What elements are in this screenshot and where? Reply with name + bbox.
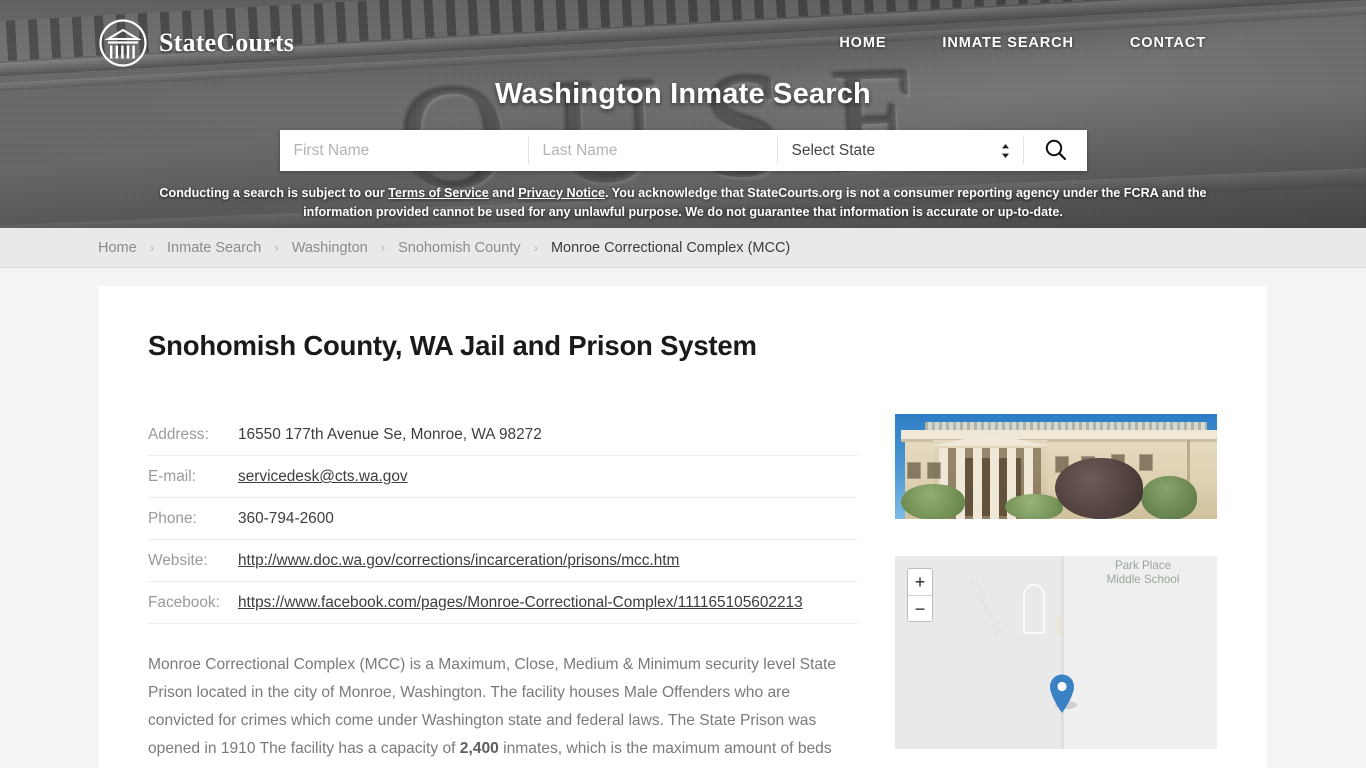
brand[interactable]: StateCourts	[98, 18, 294, 68]
hero-title: Washington Inmate Search	[495, 78, 871, 110]
map-road	[1061, 556, 1064, 749]
state-select[interactable]: Select State	[778, 130, 1023, 171]
breadcrumb-separator: ›	[380, 240, 386, 255]
table-row: Facebook: https://www.facebook.com/pages…	[148, 581, 857, 624]
first-name-input[interactable]	[279, 130, 528, 171]
photo-window	[1139, 454, 1153, 471]
terms-of-service-link[interactable]: Terms of Service	[388, 186, 489, 200]
nav-item-home[interactable]: HOME	[839, 35, 886, 51]
breadcrumb-item-snohomish-county[interactable]: Snohomish County	[398, 240, 521, 256]
content-card: Snohomish County, WA Jail and Prison Sys…	[98, 286, 1267, 768]
facility-building-photo	[895, 414, 1217, 519]
facility-info-table: Address: 16550 177th Avenue Se, Monroe, …	[148, 414, 857, 624]
top-bar: StateCourts HOME INMATE SEARCH CONTACT	[0, 0, 1366, 72]
breadcrumb-item-current: Monroe Correctional Complex (MCC)	[550, 239, 791, 256]
info-value-address: 16550 177th Avenue Se, Monroe, WA 98272	[238, 414, 857, 456]
nav-item-contact[interactable]: CONTACT	[1130, 35, 1206, 51]
info-value-website: http://www.doc.wa.gov/corrections/incarc…	[238, 539, 857, 582]
map-zoom-in-button[interactable]: +	[908, 569, 932, 595]
facility-description: Monroe Correctional Complex (MCC) is a M…	[148, 651, 857, 768]
inmate-search-form: Select State	[279, 130, 1087, 171]
table-row: Address: 16550 177th Avenue Se, Monroe, …	[148, 414, 857, 456]
breadcrumb-separator: ›	[533, 240, 538, 255]
breadcrumb-separator: ›	[274, 240, 279, 255]
email-link[interactable]: servicedesk@cts.wa.gov	[238, 468, 408, 485]
photo-tree	[901, 484, 965, 519]
photo-window	[907, 462, 921, 479]
photo-tree	[1055, 458, 1143, 519]
map-zoom-out-button[interactable]: −	[908, 595, 932, 621]
disclaimer-text-2: and	[488, 186, 519, 200]
map-place-label: Park Place Middle School	[1106, 559, 1180, 586]
chevron-updown-icon	[1000, 143, 1011, 159]
brand-name: StateCourts	[159, 27, 295, 57]
courthouse-logo-icon	[98, 18, 148, 68]
table-row: Phone: 360-794-2600	[148, 497, 857, 540]
info-label-facebook: Facebook:	[148, 581, 238, 624]
photo-pediment	[929, 434, 1051, 446]
breadcrumb-item-washington[interactable]: Washington	[292, 240, 368, 256]
photo-tree	[1005, 494, 1063, 519]
photo-tree	[1141, 476, 1197, 519]
location-map[interactable]: 177th Ave SE Park Place Middle School + …	[895, 556, 1217, 749]
website-link[interactable]: http://www.doc.wa.gov/corrections/incarc…	[238, 552, 679, 569]
search-disclaimer: Conducting a search is subject to our Te…	[128, 184, 1238, 222]
nav-item-inmate-search[interactable]: INMATE SEARCH	[942, 35, 1073, 51]
main-navigation: HOME INMATE SEARCH CONTACT	[839, 35, 1206, 51]
facility-details-column: Address: 16550 177th Avenue Se, Monroe, …	[148, 414, 857, 768]
map-pin-icon[interactable]	[1047, 670, 1077, 719]
table-row: Website: http://www.doc.wa.gov/correctio…	[148, 539, 857, 582]
page-title: Snohomish County, WA Jail and Prison Sys…	[148, 330, 757, 361]
photo-window	[927, 462, 941, 479]
info-value-phone: 360-794-2600	[238, 497, 857, 540]
breadcrumb-item-home[interactable]: Home	[98, 240, 137, 256]
last-name-input[interactable]	[528, 130, 777, 171]
breadcrumb-item-inmate-search[interactable]: Inmate Search	[167, 240, 261, 256]
breadcrumb: Home › Inmate Search › Washington › Snoh…	[98, 240, 790, 256]
photo-roof-dentil	[925, 422, 1207, 430]
facebook-link[interactable]: https://www.facebook.com/pages/Monroe-Co…	[238, 594, 803, 611]
search-icon	[1044, 138, 1067, 164]
info-value-email: servicedesk@cts.wa.gov	[238, 455, 857, 498]
privacy-notice-link[interactable]: Privacy Notice	[518, 186, 605, 200]
info-label-website: Website:	[148, 539, 238, 582]
description-capacity: 2,400	[459, 740, 499, 757]
search-submit-button[interactable]	[1023, 130, 1087, 171]
info-label-phone: Phone:	[148, 497, 238, 540]
sidebar-media-column: 177th Ave SE Park Place Middle School + …	[895, 414, 1217, 768]
breadcrumb-bar: Home › Inmate Search › Washington › Snoh…	[0, 228, 1366, 268]
breadcrumb-separator: ›	[149, 240, 155, 255]
map-path	[1023, 584, 1045, 634]
site-header: OUSE StateCour	[0, 0, 1366, 228]
map-zoom-controls: + −	[907, 568, 933, 622]
state-select-value: Select State	[791, 141, 876, 159]
table-row: E-mail: servicedesk@cts.wa.gov	[148, 455, 857, 498]
info-value-facebook: https://www.facebook.com/pages/Monroe-Co…	[238, 581, 857, 624]
info-label-address: Address:	[148, 414, 238, 456]
info-label-email: E-mail:	[148, 455, 238, 498]
disclaimer-text-1: Conducting a search is subject to our	[159, 186, 389, 200]
